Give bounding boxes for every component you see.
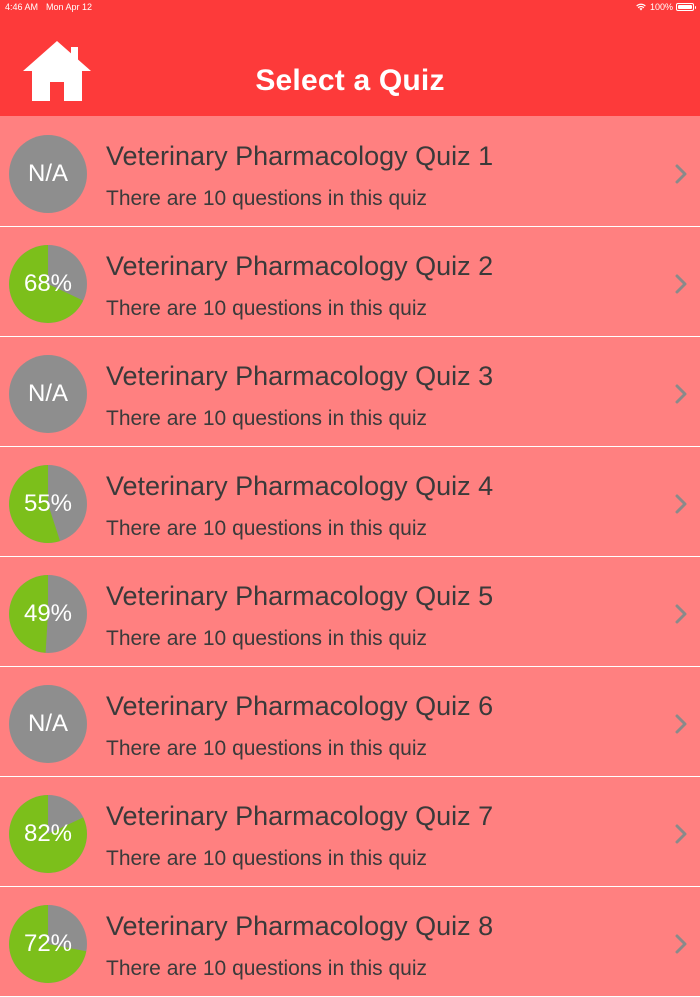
chevron-right-icon [675,274,687,294]
score-label: 82% [23,820,73,847]
score-pie-chart: N/A [9,355,87,433]
quiz-row[interactable]: 82% Veterinary Pharmacology Quiz 7 There a… [0,777,700,887]
quiz-subtitle: There are 10 questions in this quiz [106,297,428,320]
score-label: N/A [27,380,68,407]
score-label: 72% [23,930,73,957]
quiz-row[interactable]: N/A Veterinary Pharmacology Quiz 3 There a… [0,337,700,447]
quiz-subtitle: There are 10 questions in this quiz [106,847,428,870]
quiz-row[interactable]: 68% Veterinary Pharmacology Quiz 2 There a… [0,227,700,337]
quiz-title: Veterinary Pharmacology Quiz 7 [106,801,494,831]
chevron-right-icon [675,934,687,954]
quiz-subtitle: There are 10 questions in this quiz [106,187,428,210]
quiz-subtitle: There are 10 questions in this quiz [106,957,428,980]
quiz-subtitle: There are 10 questions in this quiz [106,737,428,760]
status-date: Mon Apr 12 [46,2,93,12]
score-pie-chart: 49% [9,575,87,653]
chevron-right-icon [675,604,687,624]
score-pie-chart: N/A [9,685,87,763]
quiz-title: Veterinary Pharmacology Quiz 3 [106,361,494,391]
score-label: 55% [23,490,73,517]
status-bar: 4:46 AM Mon Apr 12 100% [0,0,700,16]
quiz-row[interactable]: 49% Veterinary Pharmacology Quiz 5 There a… [0,557,700,667]
quiz-row[interactable]: 55% Veterinary Pharmacology Quiz 4 There a… [0,447,700,557]
battery-icon [676,3,696,11]
quiz-title: Veterinary Pharmacology Quiz 2 [106,251,494,281]
score-label: 49% [23,600,73,627]
chevron-right-icon [675,384,687,404]
page-title: Select a Quiz [255,64,445,97]
chevron-right-icon [675,714,687,734]
wifi-icon [636,3,646,11]
chevron-right-icon [675,824,687,844]
chevron-right-icon [675,164,687,184]
score-pie-chart: 68% [9,245,87,323]
quiz-title: Veterinary Pharmacology Quiz 6 [106,691,494,721]
quiz-row[interactable]: N/A Veterinary Pharmacology Quiz 6 There a… [0,667,700,777]
score-pie-chart: N/A [9,135,87,213]
battery-percent: 100% [649,2,673,12]
score-label: 68% [23,270,73,297]
quiz-list: N/A Veterinary Pharmacology Quiz 1 There a… [0,117,700,997]
quiz-subtitle: There are 10 questions in this quiz [106,407,428,430]
quiz-title: Veterinary Pharmacology Quiz 8 [106,911,494,941]
quiz-subtitle: There are 10 questions in this quiz [106,627,428,650]
quiz-title: Veterinary Pharmacology Quiz 1 [106,141,494,171]
quiz-subtitle: There are 10 questions in this quiz [106,517,428,540]
score-label: N/A [27,710,68,737]
status-time: 4:46 AM [5,2,39,12]
score-label: N/A [27,160,68,187]
nav-bar: Select a Quiz [0,16,700,116]
score-pie-chart: 72% [9,905,87,983]
quiz-row[interactable]: 72% Veterinary Pharmacology Quiz 8 There a… [0,887,700,997]
score-pie-chart: 82% [9,795,87,873]
quiz-row[interactable]: N/A Veterinary Pharmacology Quiz 1 There a… [0,117,700,227]
quiz-title: Veterinary Pharmacology Quiz 5 [106,581,494,611]
status-right: 100% [636,2,696,12]
quiz-title: Veterinary Pharmacology Quiz 4 [106,471,494,501]
chevron-right-icon [675,494,687,514]
score-pie-chart: 55% [9,465,87,543]
